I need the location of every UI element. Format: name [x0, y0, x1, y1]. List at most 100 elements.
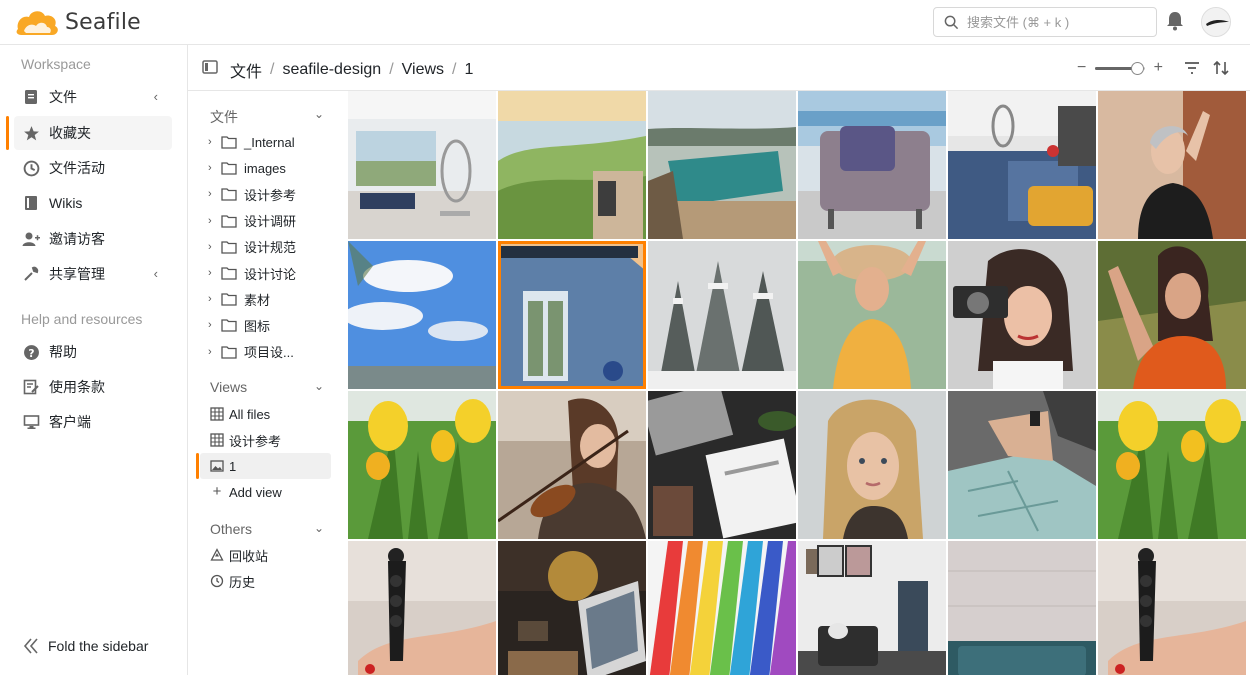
gallery-image-concrete-wall[interactable]	[948, 541, 1096, 675]
gallery-image-laptop-plant[interactable]	[498, 541, 646, 675]
folder-item[interactable]: › _Internal	[208, 129, 330, 155]
folder-label: 设计规范	[244, 240, 297, 256]
client-icon	[22, 413, 40, 431]
workspace-title: Workspace	[21, 56, 91, 72]
gallery-image-blue-sky[interactable]	[348, 241, 496, 389]
sort-icon[interactable]	[1212, 59, 1230, 77]
folder-item[interactable]: › 设计参考	[208, 181, 330, 207]
sidebar-item-favorites[interactable]: 收藏夹	[14, 116, 172, 150]
gallery-image-color-swatches[interactable]	[648, 541, 796, 675]
gallery-image-map-hands[interactable]	[948, 391, 1096, 539]
search-input[interactable]	[967, 14, 1137, 30]
fold-sidebar-button[interactable]: Fold the sidebar	[22, 637, 148, 655]
zoom-out-icon[interactable]: −	[1075, 59, 1088, 77]
chevron-down-icon[interactable]: ⌄	[314, 521, 324, 535]
sidebar-item-help[interactable]: ? 帮助	[14, 335, 172, 369]
chevron-left-icon[interactable]: ‹	[154, 89, 158, 104]
tree-section-others[interactable]: Others ⌄	[210, 521, 324, 537]
gallery-image-yellow-tulips[interactable]	[1098, 391, 1246, 539]
chevron-right-icon[interactable]: ›	[208, 162, 221, 174]
sidebar-item-terms[interactable]: 使用条款	[14, 370, 172, 404]
chevron-right-icon[interactable]: ›	[208, 267, 221, 279]
zoom-in-icon[interactable]: +	[1152, 59, 1165, 77]
view-item-design-ref[interactable]: 设计参考	[210, 427, 330, 453]
wiki-icon	[22, 194, 40, 212]
search-box[interactable]	[933, 7, 1157, 37]
gallery-image-pool[interactable]	[648, 91, 796, 239]
sidebar-item-label: 帮助	[49, 344, 77, 360]
chevron-down-icon[interactable]: ⌄	[314, 107, 324, 121]
gallery-image-living-room[interactable]	[348, 91, 496, 239]
filter-icon[interactable]	[1183, 59, 1201, 77]
zoom-track[interactable]	[1095, 61, 1145, 75]
gallery-image-violinist[interactable]	[498, 391, 646, 539]
add-view-button[interactable]: + Add view	[210, 479, 330, 505]
sidebar-item-activities[interactable]: 文件活动	[14, 151, 172, 185]
view-item-all-files[interactable]: All files	[210, 401, 330, 427]
zoom-slider[interactable]: − +	[1075, 59, 1165, 77]
chevron-down-icon[interactable]: ⌄	[314, 379, 324, 393]
chevron-right-icon[interactable]: ›	[208, 188, 221, 200]
sidebar-item-wikis[interactable]: Wikis	[14, 186, 172, 220]
folder-item[interactable]: › 图标	[208, 312, 330, 338]
folder-item[interactable]: › images	[208, 155, 330, 181]
sidebar-item-files[interactable]: 文件 ‹	[14, 80, 172, 114]
gallery-image-room-frames[interactable]	[798, 541, 946, 675]
sidebar-item-label: 客户端	[49, 414, 91, 430]
sidebar-item-clients[interactable]: 客户端	[14, 405, 172, 439]
folder-item[interactable]: › 项目设...	[208, 339, 330, 365]
chevron-right-icon[interactable]: ›	[208, 293, 221, 305]
view-label: 1	[229, 458, 237, 474]
history-item[interactable]: 历史	[210, 568, 330, 594]
gallery-image-hand-tripod[interactable]	[1098, 541, 1246, 675]
folder-label: 设计讨论	[244, 266, 297, 282]
breadcrumb-item[interactable]: seafile-design	[282, 61, 381, 79]
breadcrumb-item[interactable]: 文件	[230, 58, 262, 82]
zoom-handle[interactable]	[1131, 61, 1145, 75]
chevron-right-icon[interactable]: ›	[208, 136, 221, 148]
gallery-image-woman-hat[interactable]	[798, 241, 946, 389]
gallery-image-snowy-trees[interactable]	[648, 241, 796, 389]
gallery-image-armchair[interactable]	[798, 91, 946, 239]
folder-label: 素材	[244, 292, 271, 308]
gallery-image-blonde-woman[interactable]	[798, 391, 946, 539]
folder-item[interactable]: › 设计规范	[208, 234, 330, 260]
thumbnail-image	[648, 391, 796, 539]
chevron-right-icon[interactable]: ›	[208, 241, 221, 253]
chevron-right-icon[interactable]: ›	[208, 215, 221, 227]
gallery-image-laptop-calendar[interactable]	[648, 391, 796, 539]
folder-label: 项目设...	[244, 345, 294, 361]
gallery-image-woman-wall[interactable]	[1098, 91, 1246, 239]
folder-label: images	[244, 160, 286, 176]
chevron-right-icon[interactable]: ›	[208, 346, 221, 358]
fold-sidebar-label: Fold the sidebar	[48, 638, 149, 654]
double-chevron-left-icon	[22, 637, 40, 655]
gallery-image-woman-camera[interactable]	[948, 241, 1096, 389]
folder-item[interactable]: › 设计调研	[208, 208, 330, 234]
notification-bell-icon[interactable]	[1165, 10, 1185, 32]
search-icon	[944, 15, 959, 29]
gallery-image-yellow-tulips[interactable]	[348, 391, 496, 539]
trash-item[interactable]: 回收站	[210, 542, 330, 568]
tree-section-files[interactable]: 文件 ⌄	[210, 107, 324, 127]
sidebar-item-invite[interactable]: 邀请访客	[14, 222, 172, 256]
view-item-1[interactable]: 1	[200, 453, 331, 479]
breadcrumb-item[interactable]: Views	[402, 61, 444, 79]
gallery-image-woman-orange[interactable]	[1098, 241, 1246, 389]
folder-icon	[221, 161, 239, 175]
gallery-image-green-hills[interactable]	[498, 91, 646, 239]
user-avatar[interactable]	[1201, 7, 1231, 37]
chevron-left-icon[interactable]: ‹	[154, 266, 158, 281]
active-indicator	[196, 453, 199, 479]
sidebar-toggle-icon[interactable]	[202, 59, 220, 77]
chevron-right-icon[interactable]: ›	[208, 319, 221, 331]
folder-item[interactable]: › 素材	[208, 286, 330, 312]
sidebar-item-share-manage[interactable]: 共享管理 ‹	[14, 257, 172, 291]
tree-section-views[interactable]: Views ⌄	[210, 379, 324, 395]
seafile-logo[interactable]: Seafile	[14, 6, 141, 38]
gallery-image-hand-tripod[interactable]	[348, 541, 496, 675]
folder-item[interactable]: › 设计讨论	[208, 260, 330, 286]
gallery-image-blue-house[interactable]	[498, 241, 646, 389]
gallery-image-patio[interactable]	[948, 91, 1096, 239]
tree-section-label: Views	[210, 379, 248, 395]
